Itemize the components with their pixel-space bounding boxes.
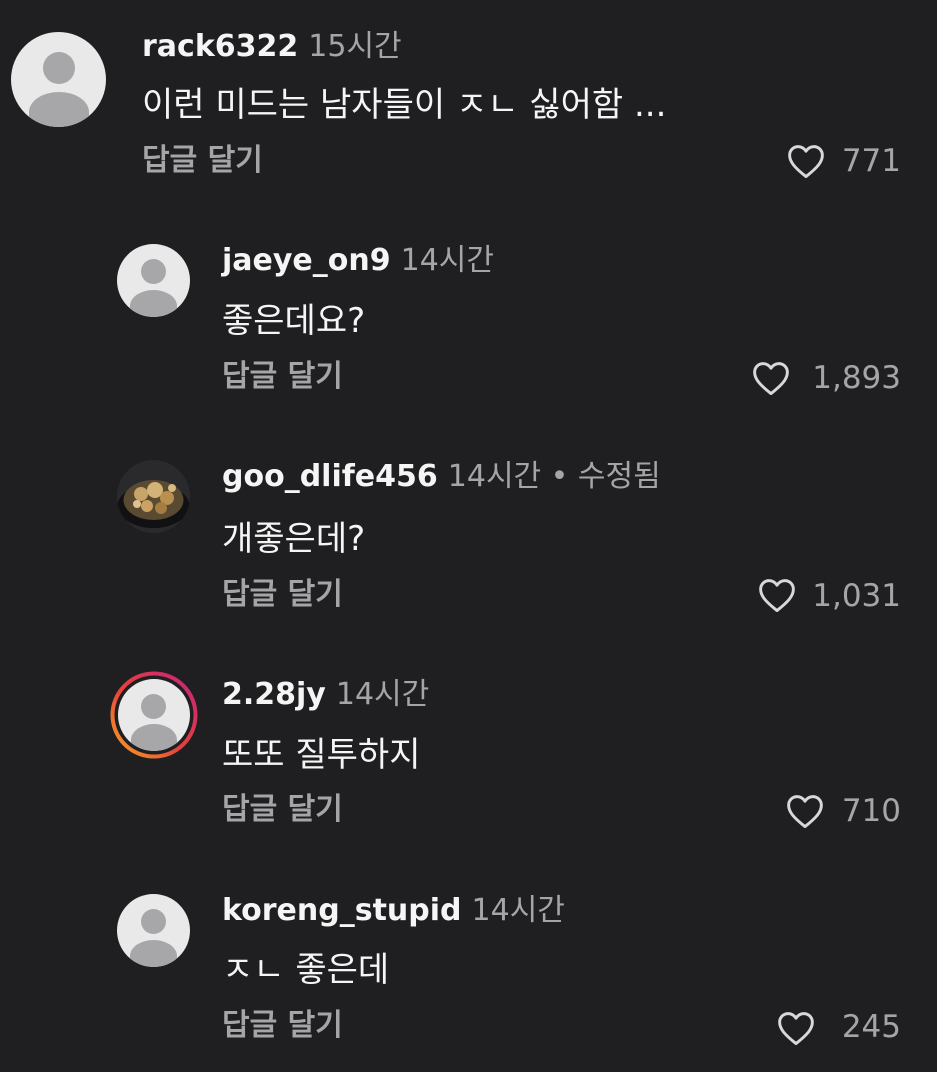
like-count: 245	[841, 1009, 901, 1045]
like-count: 1,893	[812, 360, 901, 396]
avatar-body-icon	[29, 92, 89, 127]
heart-icon[interactable]	[786, 143, 826, 179]
comment-text: 또또 질투하지	[222, 735, 421, 775]
avatar[interactable]	[117, 244, 190, 317]
like-count: 1,031	[812, 578, 901, 614]
avatar-head-icon	[141, 909, 166, 934]
username[interactable]: goo_dlife456	[222, 459, 438, 494]
comment-meta: koreng_stupid 14시간	[222, 896, 565, 926]
reply-button[interactable]: 답글 달기	[142, 146, 263, 176]
username[interactable]: jaeye_on9	[222, 243, 391, 278]
avatar-head-icon	[141, 259, 166, 284]
avatar-body-icon	[130, 290, 177, 317]
avatar-body-icon	[130, 940, 177, 967]
like-count: 771	[841, 143, 901, 179]
heart-icon[interactable]	[757, 577, 797, 613]
comment-text: 개좋은데?	[222, 519, 366, 559]
comment-meta: goo_dlife456 14시간 • 수정됨	[222, 462, 661, 492]
username[interactable]: rack6322	[142, 29, 298, 64]
reply-button[interactable]: 답글 달기	[222, 1011, 343, 1041]
avatar-body-icon	[131, 724, 177, 751]
comment-meta: 2.28jy 14시간	[222, 680, 429, 710]
timestamp: 14시간 • 수정됨	[447, 459, 661, 494]
heart-icon[interactable]	[785, 793, 825, 829]
username[interactable]: koreng_stupid	[222, 893, 462, 928]
timestamp: 14시간	[335, 677, 430, 712]
avatar[interactable]	[11, 32, 106, 127]
heart-icon[interactable]	[751, 360, 791, 396]
comment-text: 이런 미드는 남자들이 ㅈㄴ 싫어함 ...	[142, 85, 667, 125]
reply-button[interactable]: 답글 달기	[222, 362, 343, 392]
heart-icon[interactable]	[776, 1010, 816, 1046]
comment-meta: rack6322 15시간	[142, 32, 402, 62]
username[interactable]: 2.28jy	[222, 677, 326, 712]
comment-text: 좋은데요?	[222, 301, 366, 341]
avatar-head-icon	[43, 52, 75, 84]
avatar[interactable]	[117, 460, 190, 533]
reply-button[interactable]: 답글 달기	[222, 580, 343, 610]
reply-button[interactable]: 답글 달기	[222, 795, 343, 825]
avatar-head-icon	[141, 694, 166, 719]
comment-meta: jaeye_on9 14시간	[222, 246, 494, 276]
timestamp: 15시간	[308, 29, 402, 64]
avatar[interactable]	[118, 679, 190, 751]
timestamp: 14시간	[471, 893, 565, 928]
comment-text: ㅈㄴ 좋은데	[222, 950, 390, 990]
like-count: 710	[841, 793, 901, 829]
timestamp: 14시간	[400, 243, 494, 278]
avatar[interactable]	[117, 894, 190, 967]
